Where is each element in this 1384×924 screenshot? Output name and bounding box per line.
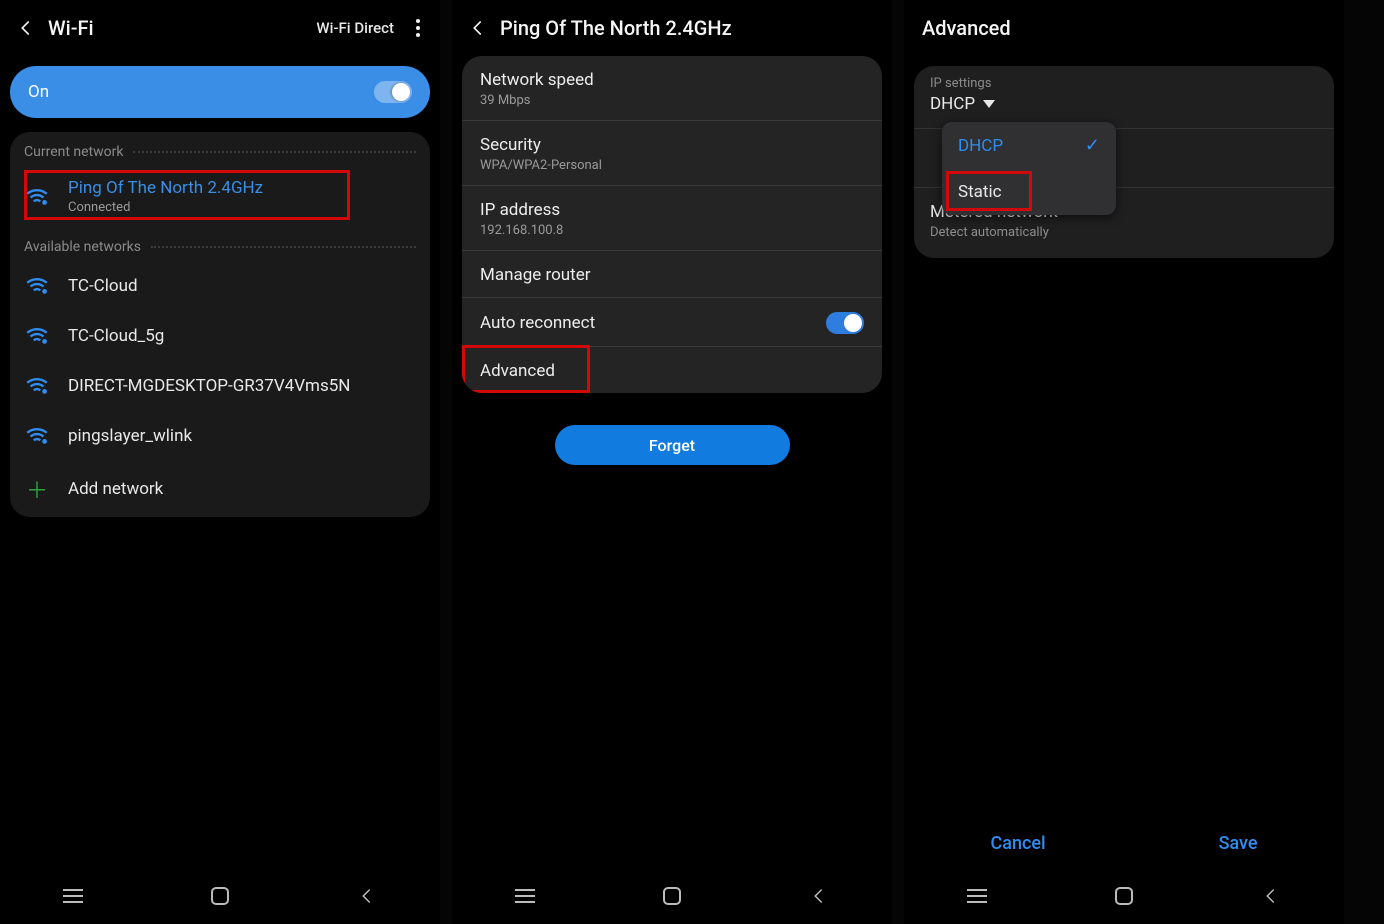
dropdown-item-dhcp[interactable]: DHCP ✓ [942,122,1116,169]
connected-status: Connected [68,200,263,215]
wifi-lock-icon [24,373,50,399]
wifi-switch[interactable] [374,81,412,103]
wifi-lock-icon [24,273,50,299]
nav-bar [452,868,892,924]
page-title: Advanced [922,16,1332,40]
add-network-label: Add network [68,479,163,499]
dropdown-item-static[interactable]: Static [942,169,1116,215]
back-button[interactable] [347,884,387,908]
security-row: Security WPA/WPA2-Personal [462,121,882,186]
metered-value: Detect automatically [930,225,1318,240]
network-row[interactable]: TC-Cloud [10,261,430,311]
advanced-screen: Advanced IP settings DHCP Metered networ… [904,0,1344,924]
recents-button[interactable] [957,884,997,908]
recents-button[interactable] [53,884,93,908]
header: Advanced [904,0,1344,56]
header: Ping Of The North 2.4GHz [452,0,892,56]
advanced-card: IP settings DHCP Metered network Detect … [914,66,1334,258]
check-icon: ✓ [1085,135,1100,156]
wifi-lock-icon [24,323,50,349]
home-button[interactable] [1104,884,1144,908]
network-row[interactable]: TC-Cloud_5g [10,311,430,361]
networks-card: Current network Ping Of The North 2.4GHz… [10,132,430,517]
connected-ssid: Ping Of The North 2.4GHz [68,178,263,198]
available-networks-label: Available networks [10,227,430,261]
wifi-lock-icon [24,184,50,210]
connected-network-row[interactable]: Ping Of The North 2.4GHz Connected [10,166,430,227]
back-button[interactable] [799,884,839,908]
nav-bar [0,868,440,924]
ssid: DIRECT-MGDESKTOP-GR37V4Vms5N [68,376,350,396]
page-title: Wi-Fi [48,16,316,40]
nav-bar [904,868,1344,924]
manage-router-row[interactable]: Manage router [462,251,882,298]
dropdown-icon [983,100,995,108]
wifi-on-label: On [28,82,49,102]
network-row[interactable]: pingslayer_wlink [10,411,430,461]
ip-settings-value[interactable]: DHCP [930,94,1318,114]
save-button[interactable]: Save [1219,833,1258,854]
wifi-toggle-pill[interactable]: On [10,66,430,118]
network-info-card: Network speed 39 Mbps Security WPA/WPA2-… [462,56,882,393]
current-network-label: Current network [10,132,430,166]
ssid: TC-Cloud_5g [68,326,164,346]
back-icon[interactable] [12,14,40,42]
ip-settings-row[interactable]: IP settings DHCP [930,76,1318,114]
cancel-button[interactable]: Cancel [990,833,1045,854]
advanced-row[interactable]: Advanced [462,347,882,393]
more-icon[interactable] [408,19,428,37]
ip-settings-label: IP settings [930,76,1318,91]
ssid: TC-Cloud [68,276,138,296]
auto-reconnect-row[interactable]: Auto reconnect [462,298,882,347]
header: Wi-Fi Wi-Fi Direct [0,0,440,56]
dialog-actions: Cancel Save [904,833,1344,854]
wifi-lock-icon [24,423,50,449]
home-button[interactable] [200,884,240,908]
plus-icon: ＋ [24,473,50,505]
ssid: pingslayer_wlink [68,426,192,446]
ip-address-row: IP address 192.168.100.8 [462,186,882,251]
ip-settings-dropdown: DHCP ✓ Static [942,122,1116,215]
forget-button[interactable]: Forget [555,425,790,465]
network-detail-screen: Ping Of The North 2.4GHz Network speed 3… [452,0,892,924]
recents-button[interactable] [505,884,545,908]
add-network-row[interactable]: ＋ Add network [10,461,430,517]
wifi-list-screen: Wi-Fi Wi-Fi Direct On Current network Pi… [0,0,440,924]
home-button[interactable] [652,884,692,908]
page-title: Ping Of The North 2.4GHz [500,16,880,40]
back-button[interactable] [1251,884,1291,908]
auto-reconnect-switch[interactable] [826,312,864,334]
network-speed-row: Network speed 39 Mbps [462,56,882,121]
wifi-direct-link[interactable]: Wi-Fi Direct [316,19,394,37]
network-row[interactable]: DIRECT-MGDESKTOP-GR37V4Vms5N [10,361,430,411]
back-icon[interactable] [464,14,492,42]
